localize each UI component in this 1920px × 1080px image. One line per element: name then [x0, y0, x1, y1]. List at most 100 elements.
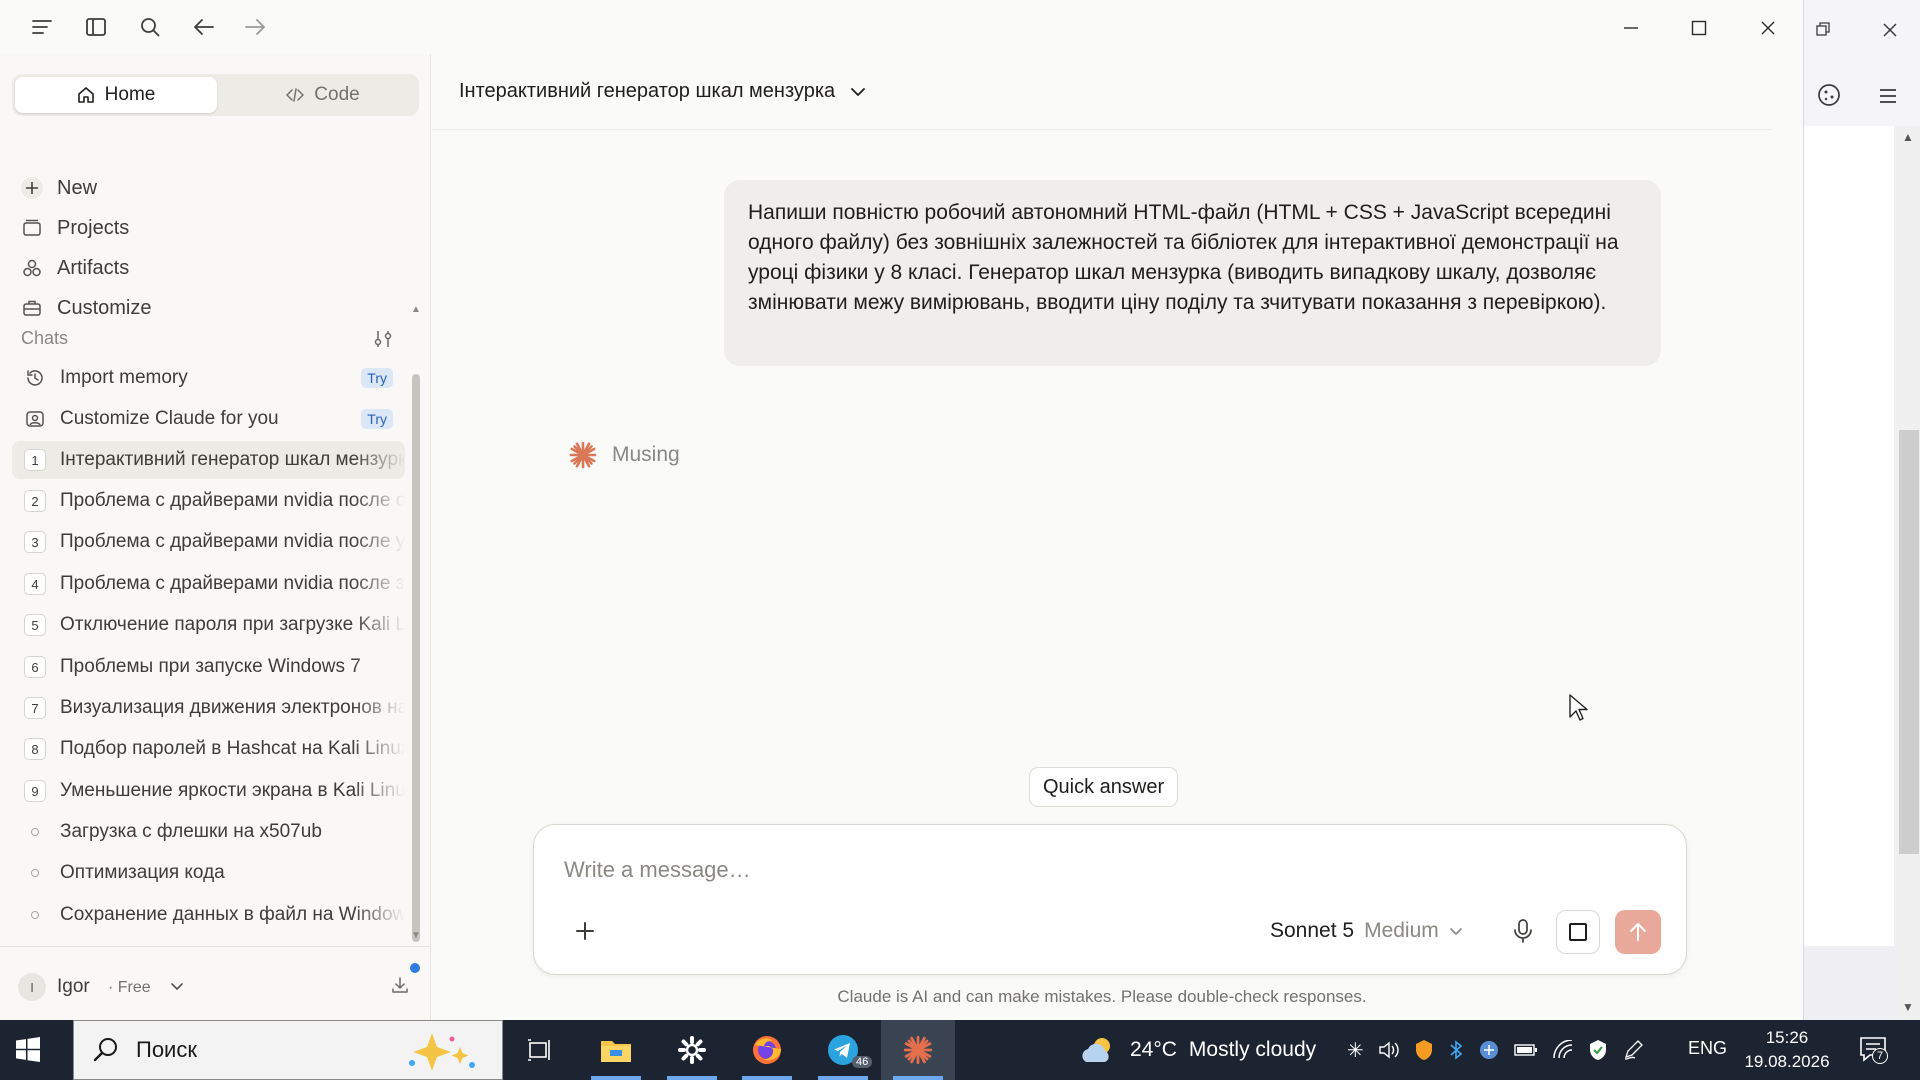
settings-button[interactable] — [655, 1020, 729, 1080]
send-button[interactable] — [1615, 910, 1661, 954]
chat-item[interactable]: 5 Отключение пароля при загрузке Kali Li… — [12, 606, 405, 644]
nav-artifacts[interactable]: Artifacts — [20, 250, 129, 286]
forward-arrow-icon[interactable] — [241, 13, 269, 41]
wifi-icon[interactable] — [1552, 1040, 1574, 1060]
customize-claude-icon — [24, 409, 46, 429]
close-button[interactable] — [1748, 10, 1788, 46]
download-icon[interactable] — [390, 975, 412, 997]
scroll-up-arrow-icon[interactable]: ▲ — [411, 304, 421, 315]
artifacts-icon — [20, 256, 44, 280]
scroll-down-arrow-icon[interactable]: ▼ — [411, 930, 421, 941]
promo-label: Import memory — [60, 367, 188, 388]
chat-item[interactable]: 6 Проблемы при запуске Windows 7 — [12, 648, 405, 686]
clock-time: 15:26 — [1765, 1028, 1809, 1047]
promo-import-memory[interactable]: Import memory Try — [12, 359, 405, 397]
cookie-icon[interactable] — [1816, 82, 1842, 108]
disclaimer: Claude is AI and can make mistakes. Plea… — [837, 987, 1367, 1006]
message-composer: Sonnet 5 Medium — [533, 824, 1687, 975]
user-message-text: Напиши повністю робочий автономний HTML-… — [748, 201, 1619, 314]
chat-title: Проблема с драйверами nvidia после загру… — [60, 573, 405, 594]
hamburger-menu-icon[interactable] — [1876, 84, 1900, 108]
chevron-down-icon[interactable] — [168, 977, 186, 995]
defender-icon[interactable] — [1588, 1039, 1608, 1061]
claude-tray-icon[interactable]: ✳ — [1347, 1038, 1364, 1063]
battery-icon[interactable] — [1514, 1043, 1538, 1057]
avatar[interactable]: I — [18, 973, 46, 1001]
folder-icon — [601, 1041, 631, 1062]
taskbar-search[interactable]: Поиск — [73, 1020, 503, 1080]
notification-center-button[interactable]: 7 — [1858, 1034, 1888, 1064]
user-message-bubble: Напиши повністю робочий автономний HTML-… — [724, 180, 1661, 366]
chat-item[interactable]: Оптимизация кода — [12, 854, 405, 892]
shield-app-icon[interactable] — [1414, 1039, 1434, 1061]
claude-logo-icon — [569, 441, 597, 469]
quick-answer-button[interactable]: Quick answer — [1029, 767, 1179, 807]
file-explorer-button[interactable] — [579, 1020, 653, 1080]
chat-shortcut-number: 8 — [24, 738, 46, 760]
filter-icon[interactable] — [372, 328, 396, 352]
chat-item[interactable]: 4 Проблема с драйверами nvidia после заг… — [12, 565, 405, 603]
chat-title: Визуализация движения электронов на схем… — [60, 697, 405, 718]
search-icon[interactable] — [136, 13, 164, 41]
menu-icon[interactable] — [28, 13, 56, 41]
input-language[interactable]: ENG — [1688, 1038, 1727, 1059]
model-selector[interactable]: Sonnet 5 Medium — [1270, 915, 1463, 947]
nav-customize[interactable]: Customize — [20, 290, 151, 326]
message-input[interactable] — [564, 857, 1644, 883]
minimize-button[interactable] — [1611, 10, 1651, 46]
chat-item[interactable]: 8 Подбор паролей в Hashcat на Kali Linux — [12, 730, 405, 768]
chat-item[interactable]: 2 Проблема с драйверами nvidia после обн… — [12, 482, 405, 520]
weather-temperature: 24°C — [1130, 1038, 1177, 1061]
nav-new-chat[interactable]: New — [20, 170, 97, 206]
home-icon — [77, 87, 94, 103]
browser-page-content — [1804, 126, 1894, 946]
chat-item[interactable]: 7 Визуализация движения электронов на сх… — [12, 689, 405, 727]
chat-item[interactable]: Загрузка с флешки на x507ub — [12, 813, 405, 851]
sidebar-scrollbar[interactable] — [412, 374, 420, 942]
chat-item[interactable]: 9 Уменьшение яркости экрана в Kali Linux — [12, 772, 405, 810]
bluetooth-icon[interactable] — [1448, 1039, 1464, 1061]
telegram-button[interactable]: 46 — [806, 1020, 880, 1080]
clock[interactable]: 15:26 19.08.2026 — [1742, 1026, 1832, 1074]
scroll-down-arrow-icon[interactable]: ▼ — [1902, 1000, 1914, 1014]
network-app-icon[interactable] — [1478, 1039, 1500, 1061]
windows-start-icon[interactable] — [14, 1036, 42, 1064]
chat-title: Сохранение данных в файл на Windows — [60, 904, 405, 925]
firefox-button[interactable] — [730, 1020, 804, 1080]
tab-code[interactable]: Code — [230, 77, 416, 113]
nav-new-label: New — [57, 176, 98, 199]
conversation-title-button[interactable]: Інтерактивний генератор шкал мензурка — [459, 80, 867, 103]
weather-widget[interactable]: 24°C Mostly cloudy — [1078, 1020, 1316, 1080]
browser-scrollbar[interactable]: ▲ ▼ — [1896, 126, 1920, 1020]
volume-icon[interactable] — [1378, 1040, 1400, 1060]
chat-title: Проблема с драйверами nvidia после устан… — [60, 531, 405, 552]
nav-projects[interactable]: Projects — [20, 210, 129, 246]
plus-icon — [20, 176, 44, 200]
try-badge: Try — [361, 409, 393, 429]
chat-title: Отключение пароля при загрузке Kali Linu… — [60, 614, 405, 635]
titlebar — [0, 0, 1803, 54]
cloudy-weather-icon — [1082, 1038, 1110, 1062]
tab-home[interactable]: Home — [15, 77, 217, 113]
task-view-button[interactable] — [503, 1020, 577, 1080]
restore-window-icon[interactable] — [1812, 18, 1834, 40]
chat-item[interactable]: 3 Проблема с драйверами nvidia после уст… — [12, 523, 405, 561]
claude-app-button[interactable] — [881, 1020, 955, 1080]
stop-button[interactable] — [1556, 910, 1600, 954]
maximize-button[interactable] — [1679, 10, 1719, 46]
pen-icon[interactable] — [1622, 1039, 1644, 1061]
sidebar-toggle-icon[interactable] — [82, 13, 110, 41]
attach-plus-button[interactable] — [569, 915, 601, 947]
user-name[interactable]: Igor — [57, 976, 90, 998]
back-arrow-icon[interactable] — [190, 13, 218, 41]
chat-item-active[interactable]: 1 Інтерактивний генератор шкал мензурка — [12, 441, 405, 479]
model-effort: Medium — [1364, 919, 1439, 942]
update-indicator-dot — [410, 963, 420, 973]
close-icon[interactable] — [1878, 18, 1902, 42]
scroll-up-arrow-icon[interactable]: ▲ — [1902, 130, 1914, 144]
promo-customize-claude[interactable]: Customize Claude for you Try — [12, 400, 405, 438]
microphone-button[interactable] — [1506, 914, 1540, 948]
chat-dot-icon — [24, 869, 46, 877]
scrollbar-thumb[interactable] — [1899, 430, 1919, 854]
chat-item[interactable]: Сохранение данных в файл на Windows — [12, 896, 405, 934]
